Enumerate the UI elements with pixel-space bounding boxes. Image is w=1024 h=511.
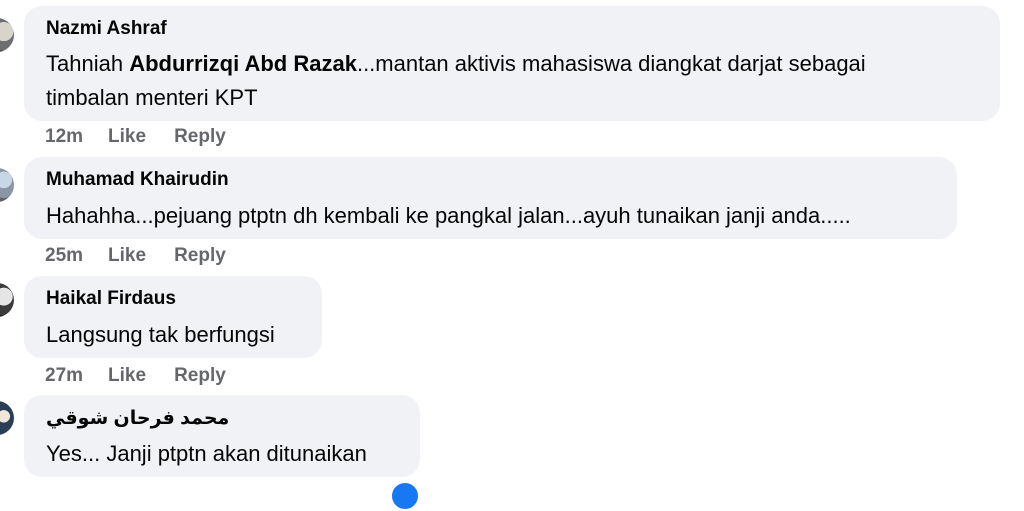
comment-bubble: Muhamad Khairudin Hahahha...pejuang ptpt… xyxy=(24,157,957,239)
comment-text: Tahniah Abdurrizqi Abd Razak...mantan ak… xyxy=(46,47,866,115)
comment-bubble: Haikal Firdaus Langsung tak berfungsi xyxy=(24,276,322,358)
comment-text-segment: Tahniah xyxy=(46,51,130,76)
comment-bubble: محمد فرحان شوقي Yes... Janji ptptn akan … xyxy=(24,395,420,477)
reply-button[interactable]: Reply xyxy=(174,126,226,148)
mention-link[interactable]: Abdurrizqi Abd Razak xyxy=(129,51,357,76)
comment-actions: 12m Like Reply xyxy=(45,126,226,148)
reply-button[interactable]: Reply xyxy=(174,245,226,267)
comment-timestamp[interactable]: 27m xyxy=(45,365,83,387)
comment-text: Langsung tak berfungsi xyxy=(46,322,275,347)
avatar[interactable] xyxy=(0,401,14,435)
comment-text: Yes... Janji ptptn akan ditunaikan xyxy=(46,441,367,466)
comment-text-segment: ...mantan aktivis mahasiswa diangkat dar… xyxy=(356,51,866,76)
comment-timestamp[interactable]: 12m xyxy=(45,126,83,148)
comment-author[interactable]: Nazmi Ashraf xyxy=(46,18,167,40)
comment-text: Hahahha...pejuang ptptn dh kembali ke pa… xyxy=(46,203,851,228)
comment-author[interactable]: Muhamad Khairudin xyxy=(46,169,229,191)
avatar[interactable] xyxy=(0,168,14,202)
comment-author[interactable]: Haikal Firdaus xyxy=(46,288,176,310)
comment-actions: 25m Like Reply xyxy=(45,245,226,267)
comment-text-segment: timbalan menteri KPT xyxy=(46,85,258,110)
comment-timestamp[interactable]: 25m xyxy=(45,245,83,267)
comment-actions: 27m Like Reply xyxy=(45,365,226,387)
comment-author[interactable]: محمد فرحان شوقي xyxy=(46,407,229,430)
comment-bubble: Nazmi Ashraf Tahniah Abdurrizqi Abd Raza… xyxy=(24,6,1000,121)
like-button[interactable]: Like xyxy=(108,126,146,148)
like-button[interactable]: Like xyxy=(108,245,146,267)
reply-button[interactable]: Reply xyxy=(174,365,226,387)
avatar[interactable] xyxy=(0,18,14,52)
like-button[interactable]: Like xyxy=(108,365,146,387)
avatar[interactable] xyxy=(0,283,14,317)
like-reaction-icon[interactable] xyxy=(390,481,420,511)
